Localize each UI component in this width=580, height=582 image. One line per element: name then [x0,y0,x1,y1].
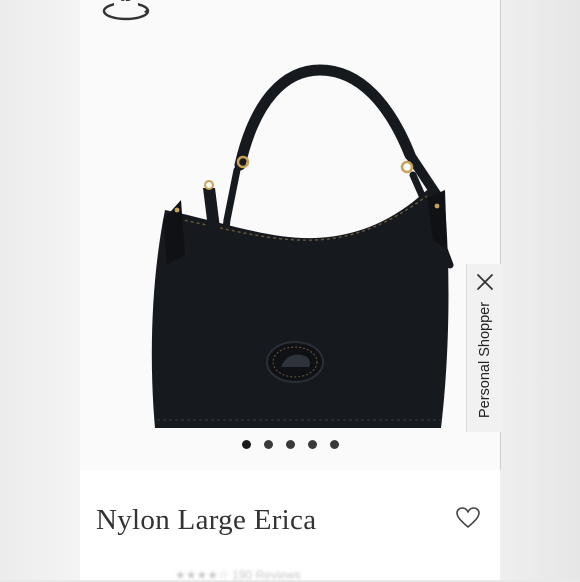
carousel-dot-3[interactable] [285,440,295,449]
close-icon[interactable] [475,272,495,292]
carousel-dot-5[interactable] [329,440,339,449]
carousel-dot-1[interactable] [241,440,251,449]
product-image-panel: 3D [80,0,500,470]
carousel-dot-2[interactable] [263,440,273,449]
product-info: Nylon Large Erica ★★★★☆ 190 Reviews [80,470,500,582]
right-backdrop [500,0,580,580]
product-title: Nylon Large Erica [96,504,317,536]
3d-rotate-icon[interactable]: 3D [100,0,152,24]
carousel-dots [80,440,500,449]
personal-shopper-tab[interactable]: Personal Shopper [466,264,503,432]
heart-outline-icon[interactable] [455,506,481,530]
carousel-dot-4[interactable] [307,440,317,449]
left-backdrop [0,0,80,580]
3d-label: 3D [120,0,132,3]
personal-shopper-label[interactable]: Personal Shopper [477,302,493,418]
product-image-bag[interactable] [145,60,455,445]
